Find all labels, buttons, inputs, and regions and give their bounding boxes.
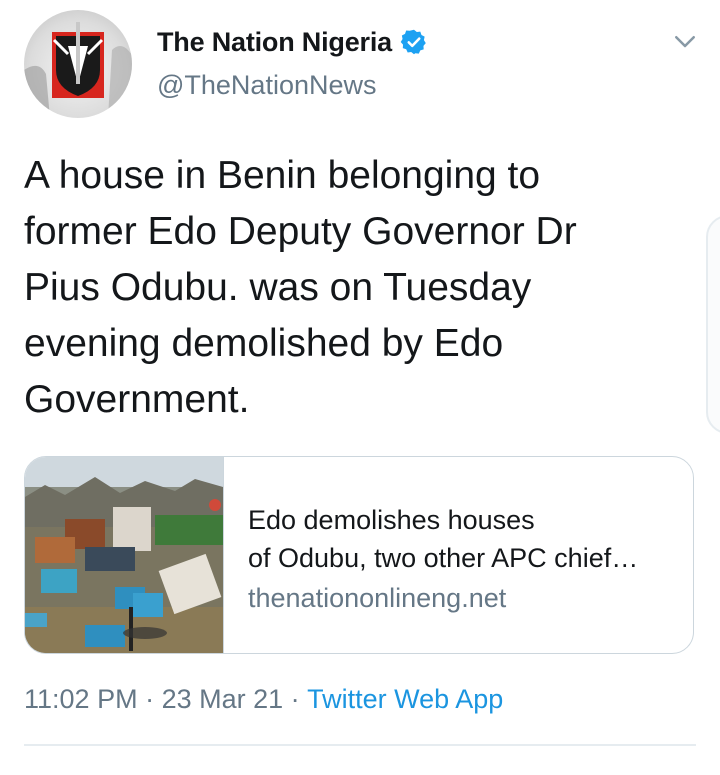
link-card[interactable]: Edo demolishes houses of Odubu, two othe…: [24, 456, 694, 654]
overlay-panel-edge: [706, 215, 720, 434]
meta-separator: ·: [137, 684, 162, 714]
account-handle[interactable]: @TheNationNews: [157, 70, 377, 101]
avatar[interactable]: [24, 10, 132, 118]
tweet-time[interactable]: 11:02 PM: [24, 684, 138, 715]
tweet-meta: 11:02 PM · 23 Mar 21 · Twitter Web App: [24, 684, 503, 715]
meta-separator: ·: [283, 684, 308, 714]
chevron-down-icon[interactable]: [670, 26, 700, 56]
tweet-text: A house in Benin belonging to former Edo…: [24, 154, 577, 421]
tweet-source-link[interactable]: Twitter Web App: [307, 684, 503, 715]
card-thumbnail: [25, 457, 224, 653]
link-card-domain: thenationonlineng.net: [248, 583, 507, 613]
divider: [24, 744, 696, 746]
nation-logo-icon: [24, 22, 132, 118]
tweet-date[interactable]: 23 Mar 21: [162, 684, 284, 715]
verified-badge-icon: [400, 29, 426, 55]
display-name[interactable]: The Nation Nigeria: [157, 27, 392, 58]
link-card-title: Edo demolishes houses of Odubu, two othe…: [248, 505, 639, 573]
